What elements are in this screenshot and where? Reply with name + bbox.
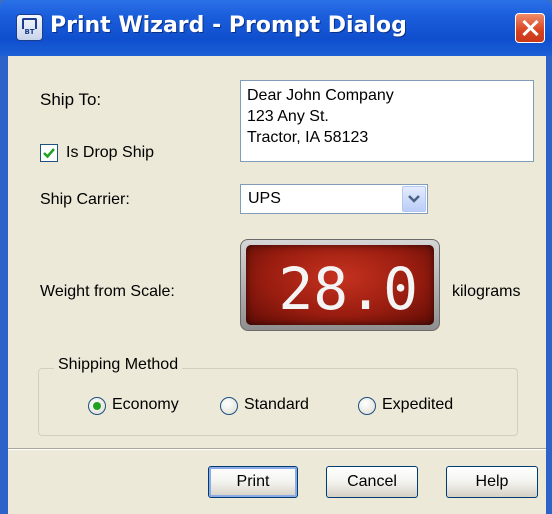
weight-digits: 28.0 xyxy=(278,255,418,323)
scale-display-frame: 28.0 xyxy=(240,239,440,331)
ship-carrier-label: Ship Carrier: xyxy=(40,191,130,208)
ship-to-label: Ship To: xyxy=(40,90,102,109)
weight-unit: kilograms xyxy=(452,283,521,300)
drop-ship-label[interactable]: Is Drop Ship xyxy=(66,144,154,162)
window-title: Print Wizard - Prompt Dialog xyxy=(50,13,407,38)
print-wizard-window: BT Print Wizard - Prompt Dialog Ship To:… xyxy=(0,0,552,514)
radio-standard[interactable] xyxy=(220,397,238,415)
close-button[interactable] xyxy=(515,13,545,43)
checkmark-icon xyxy=(43,148,55,159)
ship-to-line-1: Dear John Company xyxy=(247,87,394,104)
drop-ship-checkbox[interactable] xyxy=(40,144,58,162)
help-button[interactable]: Help xyxy=(446,466,538,498)
chevron-down-icon xyxy=(408,195,420,203)
scale-display: 28.0 xyxy=(246,245,434,325)
dropdown-button[interactable] xyxy=(402,186,426,212)
button-separator xyxy=(8,448,546,450)
radio-selected-dot xyxy=(93,402,101,410)
ship-to-textarea[interactable]: Dear John Company 123 Any St. Tractor, I… xyxy=(240,80,534,162)
ship-to-line-3: Tractor, IA 58123 xyxy=(247,129,369,146)
title-bar[interactable]: BT Print Wizard - Prompt Dialog xyxy=(0,0,552,56)
radio-economy[interactable] xyxy=(88,397,106,415)
radio-expedited-label[interactable]: Expedited xyxy=(382,396,453,414)
radio-economy-label[interactable]: Economy xyxy=(112,396,179,414)
weight-value: 28.0 xyxy=(278,255,418,323)
cancel-button[interactable]: Cancel xyxy=(326,466,418,498)
dialog-body: Ship To: Dear John Company 123 Any St. T… xyxy=(8,56,546,514)
radio-standard-label[interactable]: Standard xyxy=(244,396,309,414)
ship-to-line-2: 123 Any St. xyxy=(247,108,329,125)
print-button[interactable]: Print xyxy=(208,466,298,498)
app-icon: BT xyxy=(16,14,43,41)
ship-carrier-select[interactable]: UPS xyxy=(240,184,428,214)
radio-expedited[interactable] xyxy=(358,397,376,415)
shipping-method-title: Shipping Method xyxy=(54,356,183,374)
weight-label: Weight from Scale: xyxy=(40,283,175,300)
ship-carrier-value: UPS xyxy=(248,190,281,207)
